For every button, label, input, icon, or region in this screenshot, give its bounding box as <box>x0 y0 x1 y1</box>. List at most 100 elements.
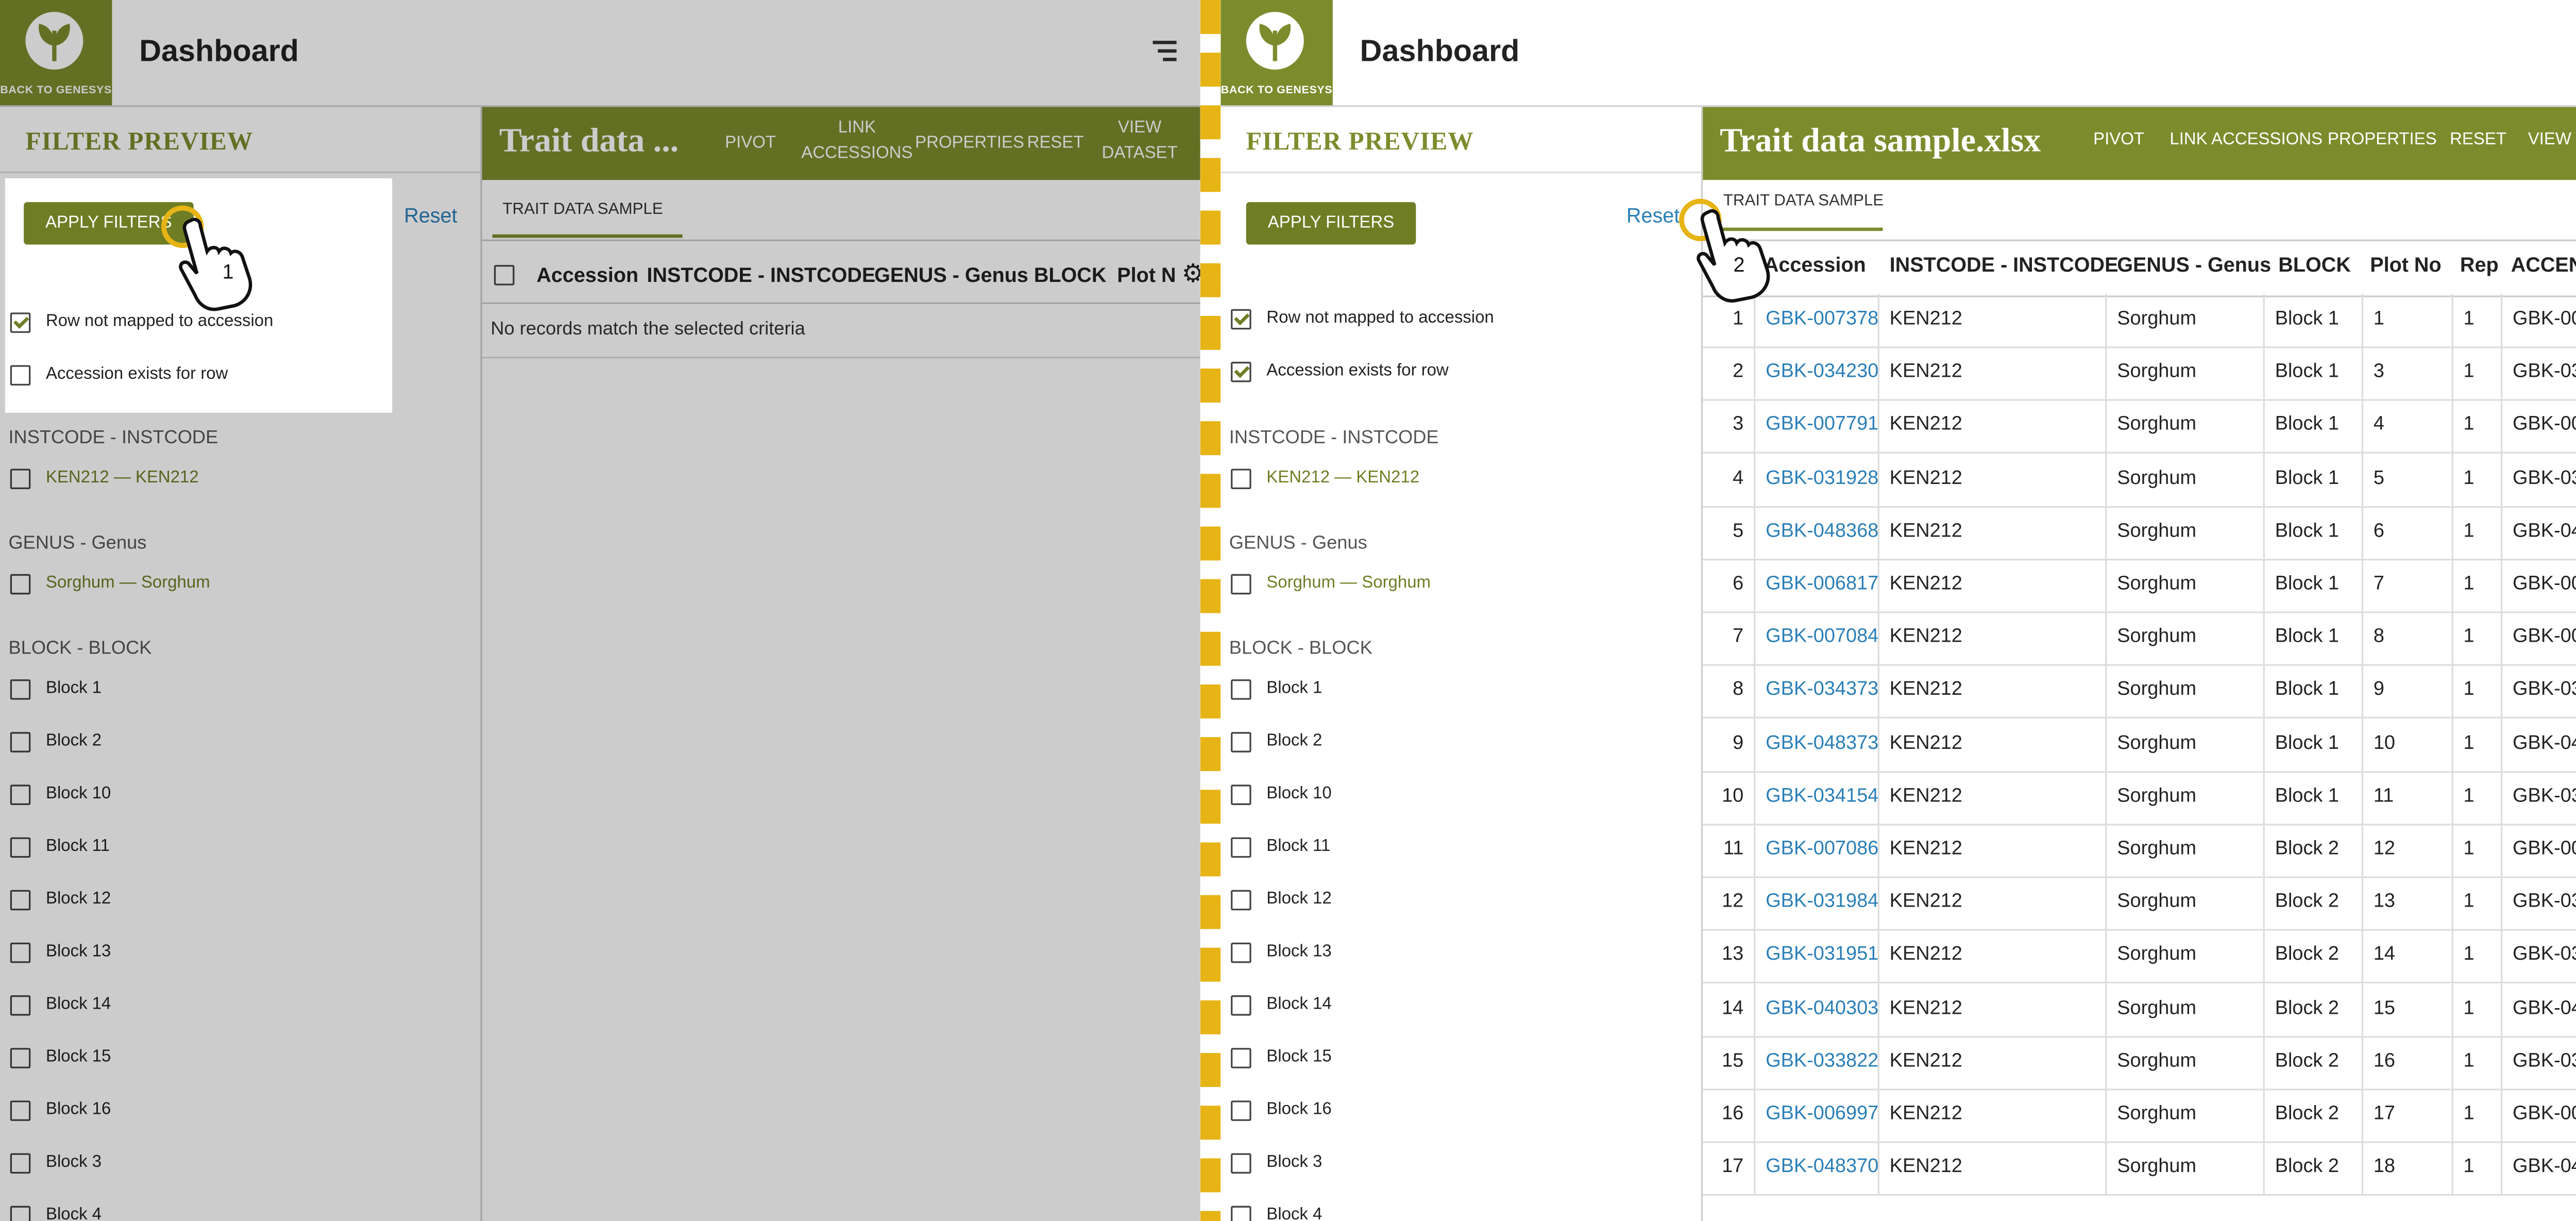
table-cell: 4 <box>1733 468 1744 489</box>
accession-link[interactable]: GBK-034373 <box>1754 664 1878 717</box>
table-cell: 1 <box>2451 982 2501 1035</box>
table-row[interactable]: 4GBK-031928KEN212SorghumBlock 151GBK-031… <box>1703 453 2576 507</box>
checkbox[interactable] <box>1231 1153 1251 1174</box>
table-cell: 13 <box>2361 876 2452 930</box>
table-row[interactable]: 9GBK-048373KEN212SorghumBlock 1101GBK-04… <box>1703 717 2576 773</box>
nav-view-dataset[interactable]: VIEW DATASET <box>2528 127 2576 153</box>
checkbox[interactable] <box>1231 574 1251 595</box>
table-row[interactable]: 3GBK-007791KEN212SorghumBlock 141GBK-007… <box>1703 399 2576 455</box>
table-cell: KEN212 <box>1877 506 2106 559</box>
table-row[interactable]: 8GBK-034373KEN212SorghumBlock 191GBK-034… <box>1703 664 2576 720</box>
dataset-title: Trait data sample.xlsx <box>1720 122 2041 160</box>
table-cell: GBK-040303 <box>2500 982 2576 1035</box>
table-cell: 14 <box>2361 929 2452 982</box>
nav-link-accessions[interactable]: LINK ACCESSIONS <box>2170 127 2323 153</box>
accession-link[interactable]: GBK-048370 <box>1754 1142 1878 1195</box>
table-cell: Block 1 <box>2263 559 2362 612</box>
table-cell: 12 <box>1722 892 1744 913</box>
table-cell: Sorghum <box>2105 717 2263 771</box>
checkbox-checked[interactable] <box>1231 361 1251 382</box>
checkbox[interactable] <box>1231 837 1251 858</box>
checkbox-checked[interactable] <box>1231 309 1251 330</box>
table-row[interactable]: 17 GBK-048370 KEN212 Sorghum Block 2 18 1 GBK-0… <box>1703 1142 2576 1196</box>
table-cell: 1 <box>2451 1142 2501 1195</box>
accession-link[interactable]: GBK-007084 <box>1754 611 1878 665</box>
filter-section-title: BLOCK - BLOCK <box>1229 639 1372 659</box>
checkbox[interactable] <box>1231 679 1251 700</box>
nav-reset[interactable]: RESET <box>2450 127 2506 153</box>
top-bar: BACK TO GENESYS Dashboard <box>1221 0 2576 107</box>
table-row[interactable]: 5GBK-048368KEN212SorghumBlock 161GBK-048… <box>1703 506 2576 560</box>
checkbox[interactable] <box>1231 942 1251 963</box>
table-row[interactable]: 6GBK-006817KEN212SorghumBlock 171GBK-006… <box>1703 559 2576 613</box>
divider-dash <box>1200 105 1221 140</box>
checkbox[interactable] <box>1231 1100 1251 1121</box>
table-cell: 1 <box>2451 929 2501 982</box>
apply-filters-button[interactable]: APPLY FILTERS <box>1246 202 1416 245</box>
checkbox[interactable] <box>1231 784 1251 805</box>
table-row[interactable]: 11 GBK-007086 KEN212 Sorghum Block 2 12 1 GBK-0… <box>1703 824 2576 878</box>
checkbox[interactable] <box>1231 732 1251 752</box>
accession-link[interactable]: GBK-034230 <box>1754 346 1878 400</box>
page-title: Dashboard <box>1360 34 1520 68</box>
column-header[interactable]: Plot No <box>2370 253 2441 277</box>
table-cell: GBK-007084 <box>2500 611 2576 665</box>
table-cell: KEN212 <box>1877 294 2106 347</box>
table-cell: 1 <box>2451 559 2501 612</box>
accession-link[interactable]: GBK-007791 <box>1754 399 1878 453</box>
flag-label: Accession exists for row <box>45 365 228 384</box>
table-cell: 1 <box>2451 876 2501 930</box>
accession-link[interactable]: GBK-006997 <box>1754 1089 1878 1142</box>
accession-link[interactable]: GBK-048368 <box>1754 506 1878 559</box>
table-cell: Sorghum <box>2105 294 2263 347</box>
accession-link[interactable]: GBK-040303 <box>1754 982 1878 1035</box>
accession-link[interactable]: GBK-007086 <box>1754 824 1878 877</box>
filter-option-label: Sorghum — Sorghum <box>1266 574 1431 593</box>
checkbox-checked[interactable] <box>10 312 31 333</box>
table-row[interactable]: 2GBK-034230KEN212SorghumBlock 131GBK-034… <box>1703 346 2576 402</box>
accession-link[interactable]: GBK-031951 <box>1754 929 1878 982</box>
table-row[interactable]: 16 GBK-006997 KEN212 Sorghum Block 2 17 1 GBK-0… <box>1703 1089 2576 1143</box>
checkbox[interactable] <box>1231 890 1251 911</box>
column-header[interactable]: BLOCK <box>2278 253 2351 277</box>
table-cell: KEN212 <box>1877 1142 2106 1195</box>
table-cell: Block 2 <box>2263 1035 2362 1089</box>
table-row[interactable]: 1GBK-007378KEN212SorghumBlock 111GBK-007… <box>1703 294 2576 348</box>
column-header[interactable]: Rep <box>2460 253 2499 277</box>
table-cell: GBK-034154 <box>2500 771 2576 824</box>
column-header[interactable]: ACCENUMB <box>2511 253 2576 277</box>
table-row[interactable]: 15 GBK-033822 KEN212 Sorghum Block 2 16 1 GBK-0… <box>1703 1035 2576 1090</box>
table-row[interactable]: 13 GBK-031951 KEN212 Sorghum Block 2 14 1 GBK-0… <box>1703 929 2576 984</box>
table-cell: GBK-048368 <box>2500 506 2576 559</box>
table-row[interactable]: 7GBK-007084KEN212SorghumBlock 181GBK-007… <box>1703 611 2576 666</box>
checkbox[interactable] <box>1231 995 1251 1016</box>
accession-link[interactable]: GBK-031984 <box>1754 876 1878 930</box>
nav-properties[interactable]: PROPERTIES <box>2328 127 2437 153</box>
divider-dash <box>1200 631 1221 666</box>
accession-link[interactable]: GBK-031928 <box>1754 453 1878 506</box>
table-row[interactable]: 12 GBK-031984 KEN212 Sorghum Block 2 13 1 GBK-0… <box>1703 876 2576 931</box>
table-cell: GBK-007086 <box>2500 824 2576 877</box>
table-row[interactable]: 14 GBK-040303 KEN212 Sorghum Block 2 15 1 GBK-0… <box>1703 982 2576 1038</box>
accession-link[interactable]: GBK-006817 <box>1754 559 1878 612</box>
table-cell: 1 <box>2361 294 2452 347</box>
back-to-genesys-logo[interactable]: BACK TO GENESYS <box>1221 0 1333 106</box>
column-header[interactable]: INSTCODE - INSTCODE <box>1890 253 2119 277</box>
table-cell: 12 <box>2361 824 2452 877</box>
checkbox[interactable] <box>10 365 31 386</box>
accession-link[interactable]: GBK-033822 <box>1754 1035 1878 1089</box>
column-header[interactable]: GENUS - Genus <box>2117 253 2271 277</box>
table-cell: 5 <box>1733 521 1744 542</box>
table-cell: Sorghum <box>2105 929 2263 982</box>
checkbox[interactable] <box>1231 1206 1251 1221</box>
table-cell: 1 <box>2451 346 2501 400</box>
accession-link[interactable]: GBK-048373 <box>1754 717 1878 771</box>
table-cell: 1 <box>2451 1035 2501 1089</box>
checkbox[interactable] <box>1231 469 1251 490</box>
table-cell: 1 <box>2451 294 2501 347</box>
table-row[interactable]: 10 GBK-034154 KEN212 Sorghum Block 1 11 1 GBK-0… <box>1703 771 2576 825</box>
accession-link[interactable]: GBK-034154 <box>1754 771 1878 824</box>
filter-reset-link[interactable]: Reset <box>1626 204 1680 227</box>
checkbox[interactable] <box>1231 1048 1251 1068</box>
nav-pivot[interactable]: PIVOT <box>2093 127 2144 153</box>
